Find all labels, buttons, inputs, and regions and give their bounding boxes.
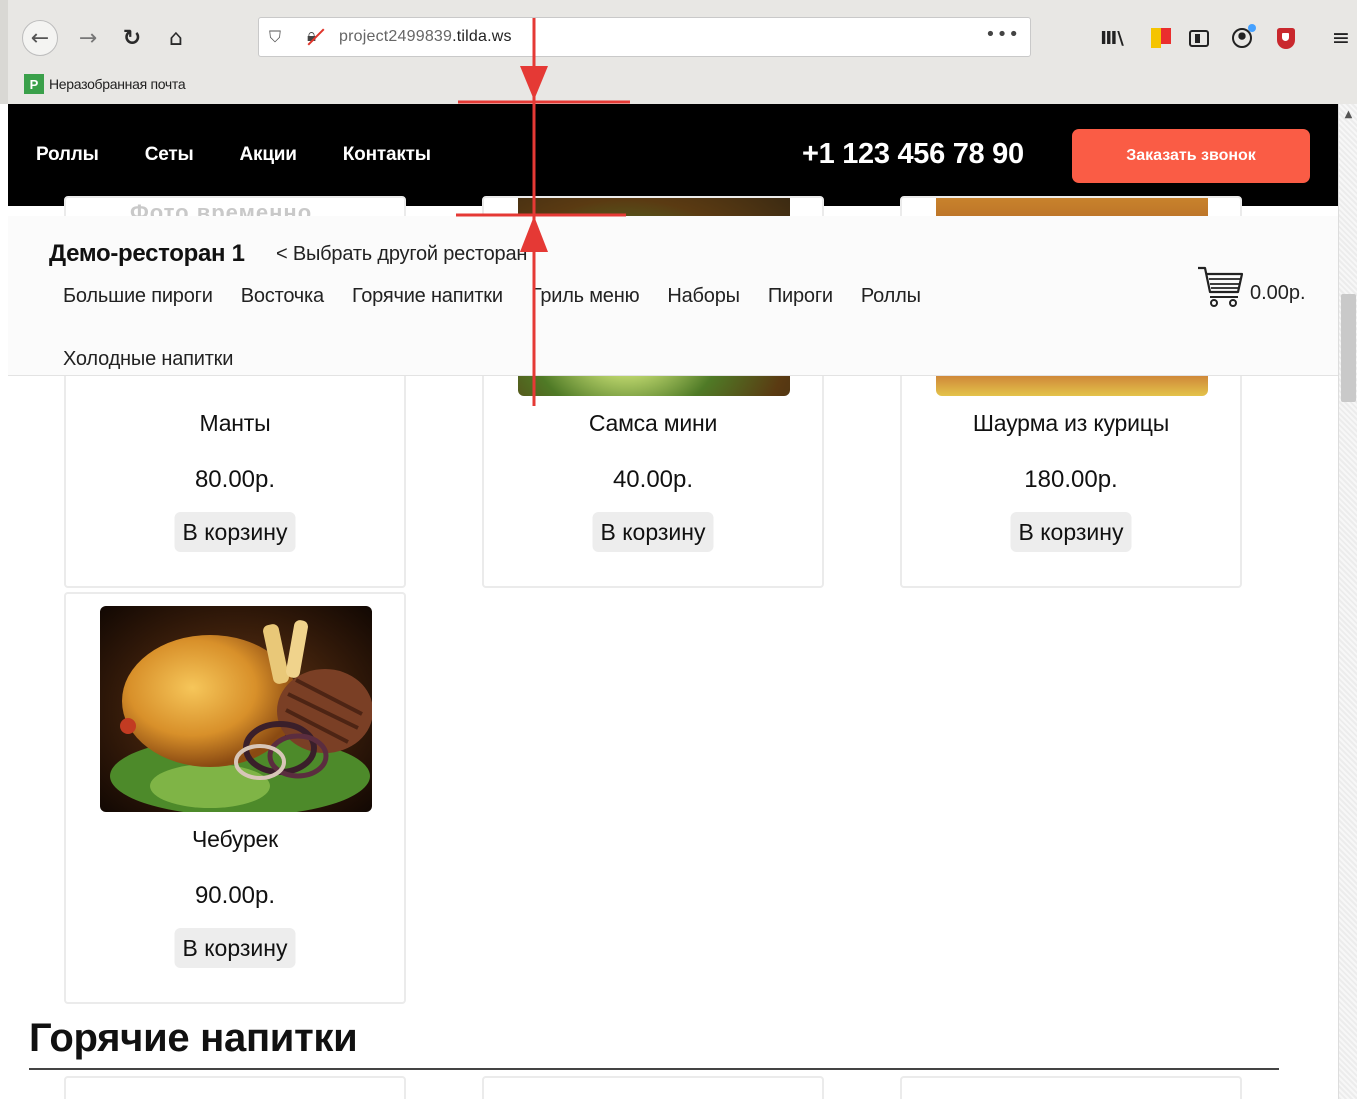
mail-bookmark-icon: P	[24, 74, 44, 94]
change-restaurant-link[interactable]: < Выбрать другой ресторан	[276, 243, 527, 266]
bookmarks-bar: P Неразобранная почта	[24, 72, 186, 96]
flag-extension-icon[interactable]	[1142, 24, 1171, 52]
product-price: 80.00р.	[194, 466, 276, 493]
bookmark-item[interactable]: Неразобранная почта	[49, 76, 186, 92]
browser-chrome: ← → ↻ ⌂ ⛉ 🔒︎ project2499839.tilda.ws •••…	[0, 0, 1357, 104]
sidebar-toggle-icon[interactable]	[1185, 24, 1213, 52]
product-name: Самса мини	[588, 410, 718, 436]
nav-link-sets[interactable]: Сеты	[145, 144, 194, 166]
product-card	[900, 1076, 1242, 1099]
page-actions-more-icon[interactable]: •••	[985, 24, 1020, 45]
restaurant-name: Демо-ресторан 1	[49, 240, 245, 267]
scroll-thumb[interactable]	[1341, 294, 1356, 402]
url-domain: .tilda.ws	[452, 28, 512, 45]
category-item[interactable]: Пироги	[768, 284, 833, 309]
category-item[interactable]: Роллы	[861, 284, 921, 309]
request-call-button[interactable]: Заказать звонок	[1072, 129, 1310, 183]
cart-button[interactable]: 0.00р.	[1196, 264, 1306, 308]
cart-total: 0.00р.	[1250, 282, 1306, 304]
product-card	[64, 1076, 406, 1099]
nav-link-rolls[interactable]: Роллы	[36, 144, 99, 166]
section-title: Горячие напитки	[29, 1016, 358, 1060]
add-to-cart-button[interactable]: В корзину	[174, 928, 296, 968]
product-photo	[100, 606, 372, 812]
arrow-left-icon: ←	[30, 25, 50, 51]
category-item[interactable]: Восточка	[241, 284, 324, 309]
product-name: Манты	[199, 410, 271, 436]
product-price: 40.00р.	[612, 466, 694, 493]
scroll-up-arrow-icon[interactable]: ▲	[1341, 107, 1356, 122]
page-viewport: Роллы Сеты Акции Контакты +1 123 456 78 …	[8, 104, 1338, 1099]
browser-toolbar: ← → ↻ ⌂ ⛉ 🔒︎ project2499839.tilda.ws •••…	[8, 12, 1357, 64]
section-divider	[29, 1068, 1279, 1070]
back-button[interactable]: ←	[22, 20, 58, 56]
category-list: Большие пироги Восточка Горячие напитки …	[63, 284, 1163, 372]
product-price: 180.00р.	[1024, 466, 1118, 493]
url-text[interactable]: project2499839.tilda.ws	[339, 28, 512, 46]
site-header: Роллы Сеты Акции Контакты +1 123 456 78 …	[8, 104, 1338, 206]
product-price: 90.00р.	[194, 882, 276, 909]
add-to-cart-button[interactable]: В корзину	[1010, 512, 1132, 552]
add-to-cart-button[interactable]: В корзину	[592, 512, 714, 552]
category-item[interactable]: Гриль меню	[531, 284, 640, 309]
category-item[interactable]: Большие пироги	[63, 284, 213, 309]
category-bar: Демо-ресторан 1 < Выбрать другой рестора…	[8, 216, 1338, 376]
category-item[interactable]: Наборы	[667, 284, 740, 309]
site-nav: Роллы Сеты Акции Контакты	[36, 144, 431, 166]
arrow-right-icon: →	[78, 25, 98, 51]
nav-link-promos[interactable]: Акции	[239, 144, 296, 166]
account-icon[interactable]	[1228, 24, 1256, 52]
product-card: Чебурек 90.00р. В корзину	[64, 592, 406, 1004]
insecure-lock-icon[interactable]: 🔒︎	[307, 26, 316, 46]
phone-number[interactable]: +1 123 456 78 90	[802, 138, 1024, 171]
url-bar[interactable]: ⛉ 🔒︎ project2499839.tilda.ws •••	[258, 17, 1031, 57]
shopping-cart-icon	[1198, 266, 1244, 307]
home-button[interactable]: ⌂	[158, 20, 194, 56]
reload-icon: ↻	[122, 25, 142, 51]
category-item[interactable]: Холодные напитки	[63, 347, 233, 372]
nav-link-contacts[interactable]: Контакты	[343, 144, 431, 166]
ublock-shield-icon[interactable]	[1272, 24, 1300, 52]
tracking-shield-icon[interactable]: ⛉	[269, 27, 281, 47]
forward-button[interactable]: →	[70, 20, 106, 56]
add-to-cart-button[interactable]: В корзину	[174, 512, 296, 552]
product-card	[482, 1076, 824, 1099]
reload-button[interactable]: ↻	[114, 20, 150, 56]
url-host: project2499839	[339, 28, 453, 45]
page-scrollbar[interactable]: ▲	[1338, 104, 1357, 1099]
product-name: Шаурма из курицы	[972, 410, 1170, 436]
product-name: Чебурек	[191, 826, 279, 852]
home-icon: ⌂	[169, 25, 183, 51]
library-icon[interactable]: Ⅲ\	[1098, 24, 1126, 52]
category-item[interactable]: Горячие напитки	[352, 284, 503, 309]
hamburger-menu-icon[interactable]: ≡	[1327, 24, 1355, 52]
